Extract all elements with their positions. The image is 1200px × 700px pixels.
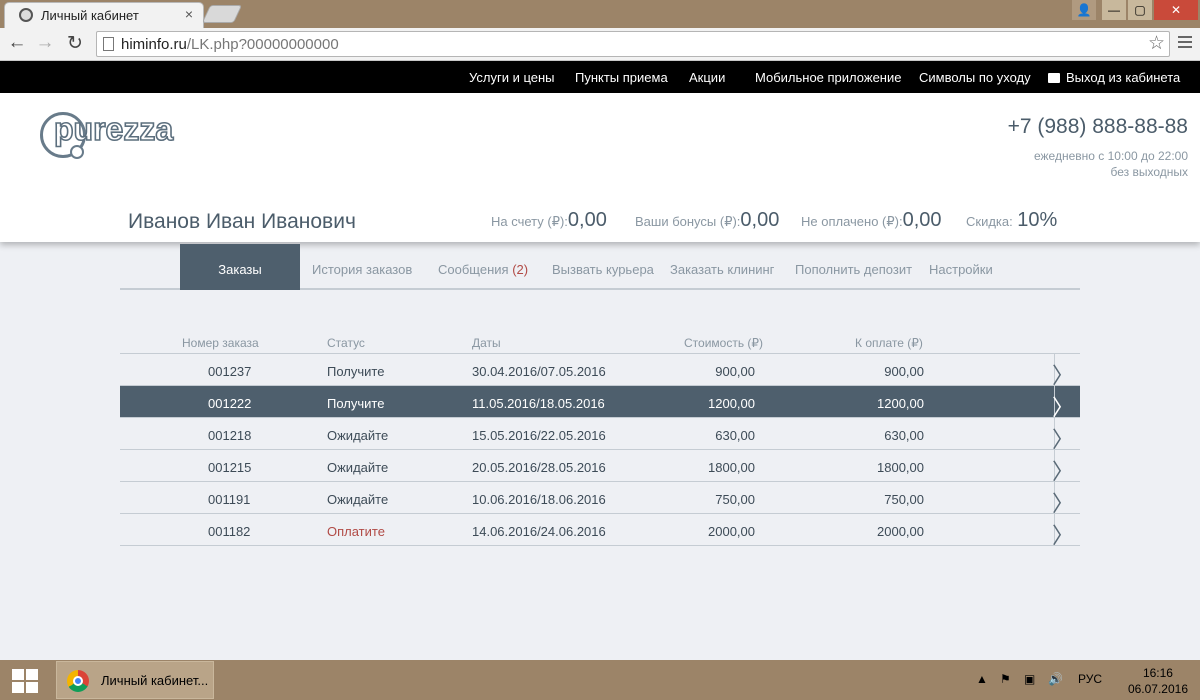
col-dates: Даты — [472, 336, 501, 350]
col-status: Статус — [327, 336, 365, 350]
messages-count-badge: (2) — [512, 262, 529, 277]
forward-arrow-icon[interactable]: → — [34, 32, 56, 54]
site-top-nav: Услуги и цены Пункты приема Акции Мобиль… — [0, 61, 1200, 93]
nav-services-prices[interactable]: Услуги и цены — [469, 70, 555, 85]
show-hidden-icons-icon[interactable]: ▲ — [976, 672, 988, 686]
contact-phone[interactable]: +7 (988) 888-88-88 — [1008, 115, 1188, 139]
account-balance: На счету (₽):0,00 — [491, 209, 607, 231]
table-row[interactable]: 001182 Оплатите 14.06.2016/24.06.2016 20… — [120, 514, 1080, 548]
tab-order-cleaning[interactable]: Заказать клининг — [670, 244, 774, 290]
browser-tab[interactable]: Личный кабинет × — [4, 2, 204, 28]
site-favicon-icon — [19, 8, 33, 22]
col-order-number: Номер заказа — [182, 336, 259, 350]
nav-drop-off-points[interactable]: Пункты приема — [575, 70, 668, 85]
user-profile-icon[interactable]: 👤 — [1072, 0, 1096, 20]
user-full-name: Иванов Иван Иванович — [128, 210, 356, 233]
tab-settings[interactable]: Настройки — [929, 244, 993, 290]
nav-mobile-app[interactable]: Мобильное приложение — [755, 70, 901, 85]
site-header: purezza +7 (988) 888-88-88 ежедневно с 1… — [0, 93, 1200, 242]
taskbar-chrome-window[interactable]: Личный кабинет... — [56, 661, 214, 699]
close-window-button[interactable]: ✕ — [1154, 0, 1198, 20]
browser-tabbar: Личный кабинет × 👤 — ▢ ✕ — [0, 0, 1200, 28]
tab-orders[interactable]: Заказы — [180, 244, 300, 290]
orders-table-header: Номер заказа Статус Даты Стоимость (₽) К… — [120, 330, 1080, 354]
close-tab-icon[interactable]: × — [185, 6, 193, 22]
address-bar[interactable]: himinfo.ru/LK.php?00000000000 ☆ — [96, 31, 1170, 57]
bookmark-star-icon[interactable]: ☆ — [1148, 32, 1165, 55]
account-tabs: Заказы История заказов Сообщения (2) Выз… — [120, 244, 1080, 290]
volume-icon[interactable]: 🔊 — [1048, 672, 1063, 686]
logout-link[interactable]: Выход из кабинета — [1048, 70, 1180, 85]
browser-menu-icon[interactable] — [1178, 36, 1192, 51]
table-row[interactable]: 001222 Получите 11.05.2016/18.05.2016 12… — [120, 386, 1080, 420]
back-arrow-icon[interactable]: ← — [6, 32, 28, 54]
unpaid-balance: Не оплачено (₽):0,00 — [801, 209, 942, 231]
col-amount-due: К оплате (₽) — [855, 336, 923, 350]
chrome-icon — [67, 670, 89, 692]
logout-icon — [1048, 73, 1060, 83]
network-icon[interactable]: ▣ — [1024, 672, 1035, 686]
address-url[interactable]: himinfo.ru/LK.php?00000000000 — [121, 36, 339, 53]
page-icon — [103, 37, 114, 51]
purezza-logo[interactable]: purezza — [40, 109, 190, 159]
tab-top-up-deposit[interactable]: Пополнить депозит — [795, 244, 912, 290]
table-row[interactable]: 001237 Получите 30.04.2016/07.05.2016 90… — [120, 354, 1080, 388]
chevron-right-icon[interactable]: 〉 — [1052, 518, 1074, 550]
table-row[interactable]: 001215 Ожидайте 20.05.2016/28.05.2016 18… — [120, 450, 1080, 484]
working-hours: ежедневно с 10:00 до 22:00 без выходных — [1033, 149, 1188, 179]
orders-table: Номер заказа Статус Даты Стоимость (₽) К… — [120, 330, 1080, 548]
browser-tab-title: Личный кабинет — [41, 8, 139, 23]
table-row[interactable]: 001218 Ожидайте 15.05.2016/22.05.2016 63… — [120, 418, 1080, 452]
action-center-flag-icon[interactable]: ⚑ — [1000, 672, 1011, 686]
maximize-window-button[interactable]: ▢ — [1128, 0, 1152, 20]
col-cost: Стоимость (₽) — [684, 336, 764, 350]
input-language[interactable]: РУС — [1078, 672, 1102, 686]
nav-care-symbols[interactable]: Символы по уходу — [919, 70, 1031, 85]
tab-order-history[interactable]: История заказов — [312, 244, 412, 290]
minimize-window-button[interactable]: — — [1102, 0, 1126, 20]
tab-call-courier[interactable]: Вызвать курьера — [552, 244, 654, 290]
table-row[interactable]: 001191 Ожидайте 10.06.2016/18.06.2016 75… — [120, 482, 1080, 516]
tab-messages[interactable]: Сообщения (2) — [438, 244, 528, 290]
nav-promotions[interactable]: Акции — [689, 70, 725, 85]
windows-taskbar: Личный кабинет... ▲ ⚑ ▣ 🔊 РУС 16:16 06.0… — [0, 660, 1200, 700]
system-clock[interactable]: 16:16 06.07.2016 — [1128, 665, 1188, 697]
reload-icon[interactable]: ↻ — [64, 32, 86, 55]
new-tab-button[interactable] — [201, 5, 243, 23]
bonus-balance: Ваши бонусы (₽):0,00 — [635, 209, 780, 231]
windows-start-icon[interactable] — [12, 669, 38, 693]
discount: Скидка: 10% — [966, 209, 1058, 231]
browser-toolbar: ← → ↻ himinfo.ru/LK.php?00000000000 ☆ — [0, 28, 1200, 61]
